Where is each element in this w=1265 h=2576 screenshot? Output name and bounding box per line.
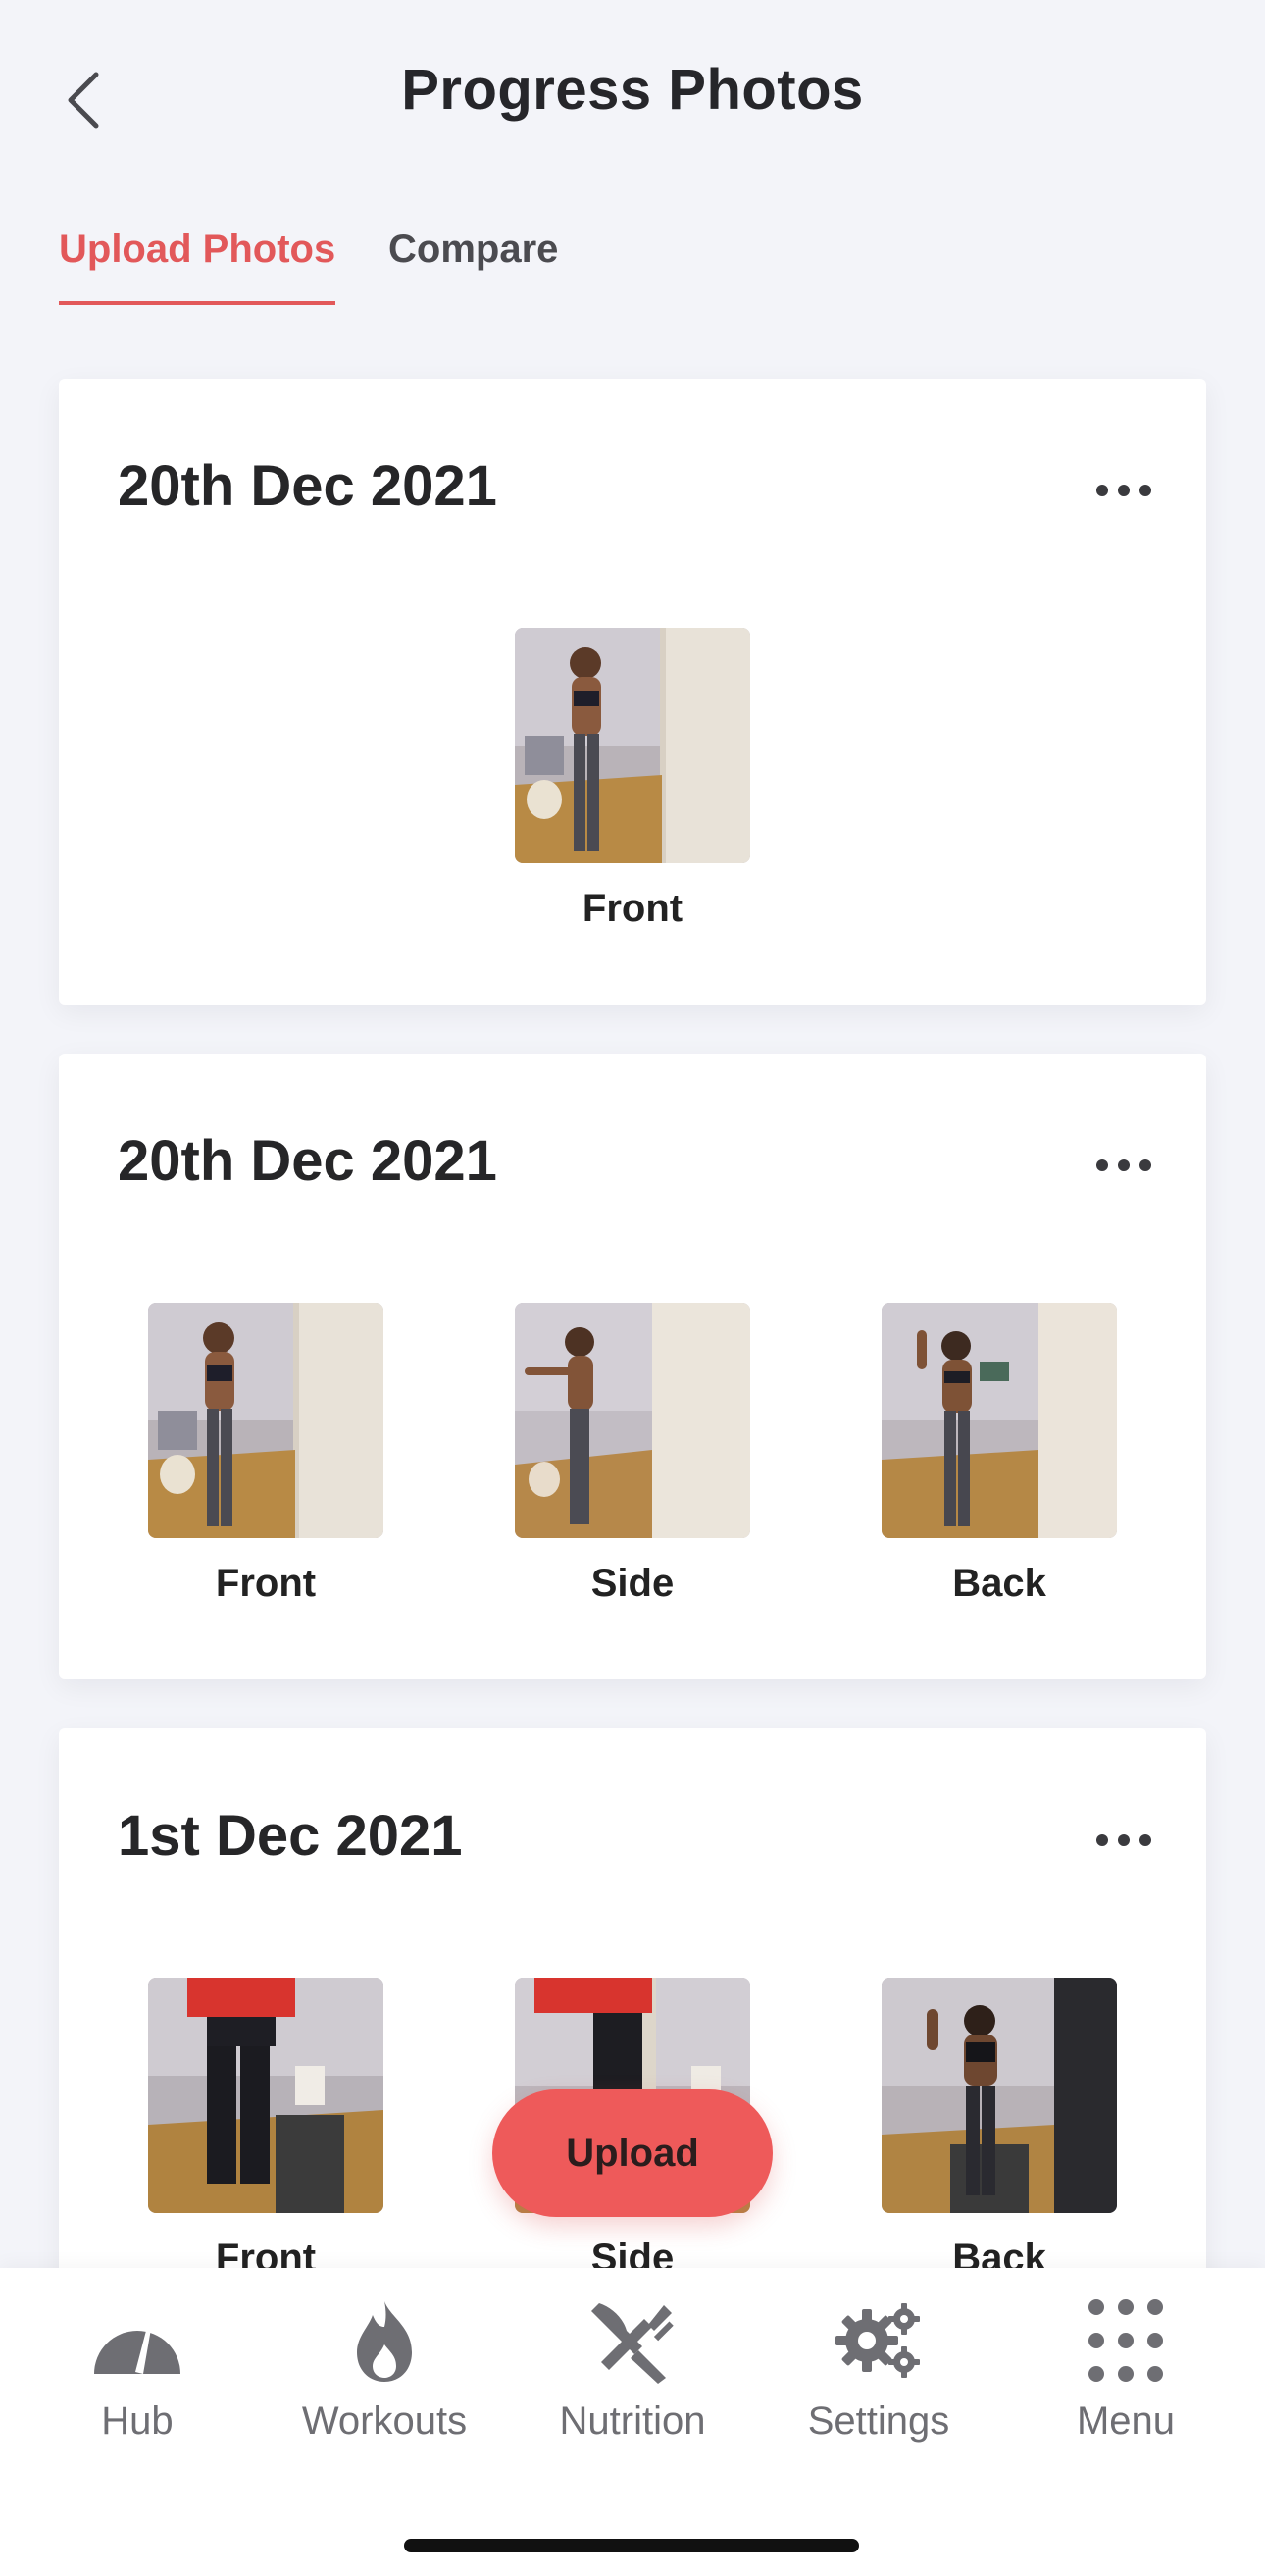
nav-label: Settings	[807, 2399, 950, 2443]
progress-photo[interactable]	[148, 1978, 383, 2213]
nav-item-menu[interactable]: Menu	[1008, 2297, 1243, 2444]
progress-entry-card: 20th Dec 2021 Front	[59, 379, 1206, 1005]
photo-label: Side	[590, 1562, 675, 1605]
nav-label: Menu	[1076, 2399, 1176, 2443]
photo-thumbnail-front: Front	[148, 1978, 383, 2281]
page-title: Progress Photos	[401, 58, 864, 122]
progress-entry-card: 20th Dec 2021 Front Side Back	[59, 1054, 1206, 1679]
photo-thumbnail-side: Side	[515, 1303, 750, 1606]
entry-date: 20th Dec 2021	[118, 454, 497, 518]
more-options-button[interactable]	[1096, 481, 1151, 500]
bottom-navigation: Hub Workouts Nutrition Settings Menu	[0, 2268, 1265, 2576]
flame-icon	[357, 2301, 412, 2382]
progress-photo[interactable]	[882, 1978, 1117, 2213]
header: Progress Photos	[0, 0, 1265, 196]
progress-entry-card: 1st Dec 2021 Front Side Back	[59, 1728, 1206, 2354]
photo-label: Front	[582, 887, 683, 930]
photo-thumbnail-back: Back	[882, 1978, 1117, 2281]
more-options-button[interactable]	[1096, 1830, 1151, 1850]
progress-photo[interactable]	[882, 1303, 1117, 1538]
photo-thumbnail-front: Front	[515, 628, 750, 931]
entry-date: 1st Dec 2021	[118, 1804, 463, 1868]
photo-label: Front	[215, 1562, 317, 1605]
nav-label: Nutrition	[559, 2399, 706, 2443]
nav-item-settings[interactable]: Settings	[761, 2297, 996, 2444]
upload-button[interactable]: Upload	[492, 2089, 773, 2217]
photo-thumbnail-front: Front	[148, 1303, 383, 1606]
tab-upload-photos[interactable]: Upload Photos	[59, 228, 336, 305]
more-options-button[interactable]	[1096, 1156, 1151, 1175]
progress-photo[interactable]	[515, 628, 750, 863]
progress-photo[interactable]	[515, 1303, 750, 1538]
entry-date: 20th Dec 2021	[118, 1129, 497, 1193]
grid-dots-icon	[1088, 2299, 1163, 2382]
nav-label: Workouts	[301, 2399, 468, 2443]
gears-icon	[835, 2303, 920, 2378]
gauge-icon	[94, 2327, 180, 2374]
photo-thumbnail-back: Back	[882, 1303, 1117, 1606]
home-indicator	[404, 2539, 859, 2552]
progress-photo[interactable]	[148, 1303, 383, 1538]
nav-item-hub[interactable]: Hub	[20, 2297, 255, 2444]
photo-label: Back	[952, 1562, 1046, 1605]
tab-compare[interactable]: Compare	[388, 228, 558, 272]
nav-item-nutrition[interactable]: Nutrition	[515, 2297, 750, 2444]
fork-knife-icon	[591, 2303, 674, 2384]
nav-label: Hub	[101, 2399, 174, 2443]
nav-item-workouts[interactable]: Workouts	[267, 2297, 502, 2444]
